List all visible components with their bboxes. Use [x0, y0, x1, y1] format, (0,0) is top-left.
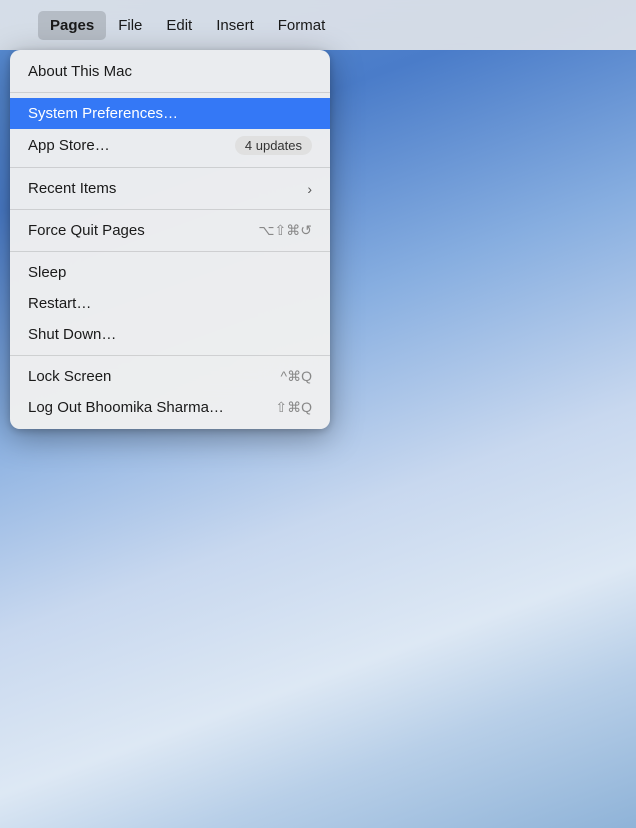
- log-out-shortcut: ⇧⌘Q: [275, 399, 312, 416]
- menubar-item-file[interactable]: File: [106, 11, 154, 40]
- menu-divider-2: [10, 167, 330, 168]
- app-store-badge: 4 updates: [235, 136, 312, 155]
- menu-divider-1: [10, 92, 330, 93]
- menu-item-restart[interactable]: Restart…: [10, 288, 330, 319]
- menu-divider-3: [10, 209, 330, 210]
- menubar: Pages File Edit Insert Format: [0, 0, 636, 50]
- menu-item-app-store[interactable]: App Store… 4 updates: [10, 129, 330, 162]
- menubar-item-format[interactable]: Format: [266, 11, 338, 40]
- menu-item-about[interactable]: About This Mac: [10, 56, 330, 87]
- menubar-item-pages[interactable]: Pages: [38, 11, 106, 40]
- lock-screen-shortcut: ^⌘Q: [281, 368, 312, 385]
- force-quit-shortcut: ⌥⇧⌘↺: [258, 222, 312, 239]
- menu-divider-5: [10, 355, 330, 356]
- menu-item-lock-screen[interactable]: Lock Screen ^⌘Q: [10, 361, 330, 392]
- menu-divider-4: [10, 251, 330, 252]
- menu-item-shut-down[interactable]: Shut Down…: [10, 319, 330, 350]
- menu-item-sleep[interactable]: Sleep: [10, 257, 330, 288]
- menubar-item-insert[interactable]: Insert: [204, 11, 266, 40]
- apple-menu-icon[interactable]: [10, 21, 38, 29]
- menu-item-log-out[interactable]: Log Out Bhoomika Sharma… ⇧⌘Q: [10, 392, 330, 423]
- recent-items-chevron-icon: ›: [307, 181, 312, 197]
- menubar-item-edit[interactable]: Edit: [154, 11, 204, 40]
- menu-item-force-quit[interactable]: Force Quit Pages ⌥⇧⌘↺: [10, 215, 330, 246]
- menu-item-recent-items[interactable]: Recent Items ›: [10, 173, 330, 204]
- apple-dropdown-menu: About This Mac System Preferences… App S…: [10, 50, 330, 429]
- menu-item-system-prefs[interactable]: System Preferences…: [10, 98, 330, 129]
